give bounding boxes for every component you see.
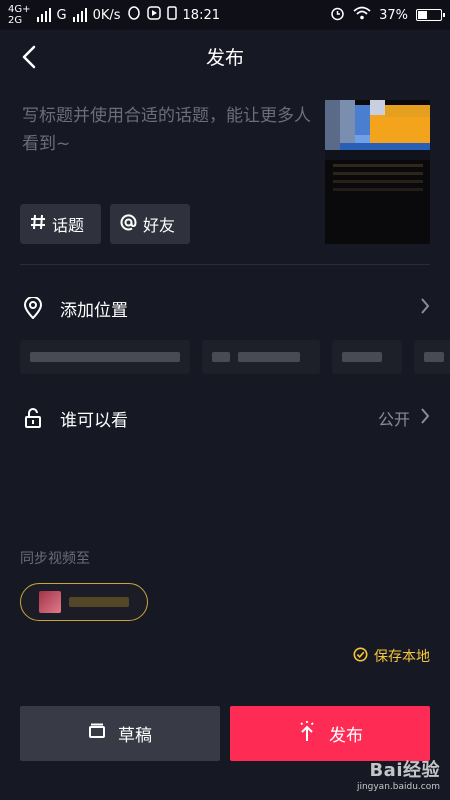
- alarm-icon: [330, 6, 345, 25]
- avatar: [39, 591, 61, 613]
- location-chip[interactable]: [202, 340, 320, 374]
- save-local-label: 保存本地: [374, 649, 430, 665]
- unlock-icon: [20, 405, 46, 431]
- watermark: Bai经验 jingyan.baidu.com: [357, 756, 440, 792]
- add-location-row[interactable]: 添加位置: [20, 288, 430, 328]
- visibility-value: 公开: [377, 410, 410, 429]
- divider: [20, 264, 430, 265]
- location-chip[interactable]: [414, 340, 450, 374]
- nav-bar: 发布: [0, 30, 450, 82]
- blurred-text: [342, 352, 382, 362]
- location-chip[interactable]: [332, 340, 402, 374]
- carrier2-label: G: [56, 7, 67, 23]
- battery-icon: [416, 9, 445, 21]
- watermark-logo: Bai经验: [369, 760, 440, 781]
- location-pin-icon: [20, 295, 46, 321]
- publish-button[interactable]: 发布: [230, 706, 430, 761]
- cover-image: [325, 100, 430, 244]
- back-button[interactable]: [14, 42, 44, 72]
- battery-percent: 37%: [379, 7, 408, 23]
- net-speed: 0K/s: [92, 7, 121, 23]
- friend-button[interactable]: 好友: [110, 204, 190, 244]
- clock-time: 18:21: [182, 7, 220, 23]
- status-bar: 4G+ 2G G 0K/s 18:21 37%: [0, 0, 450, 30]
- caption-input[interactable]: 写标题并使用合适的话题，能让更多人看到~: [22, 102, 312, 158]
- location-chip[interactable]: [20, 340, 190, 374]
- blurred-text: [424, 352, 444, 362]
- publish-icon: [297, 720, 317, 747]
- location-suggestions: [20, 340, 450, 374]
- status-left: 4G+ 2G G 0K/s 18:21: [8, 4, 220, 26]
- chevron-left-icon: [22, 45, 36, 69]
- visibility-label: 谁可以看: [60, 410, 128, 431]
- watermark-url: jingyan.baidu.com: [356, 782, 440, 792]
- draft-label: 草稿: [118, 726, 152, 746]
- chevron-right-icon: [420, 297, 430, 320]
- blurred-text: [238, 352, 300, 362]
- network-type: 4G+ 2G: [8, 4, 31, 26]
- video-cover-thumbnail[interactable]: [325, 100, 430, 244]
- draft-button[interactable]: 草稿: [20, 706, 220, 761]
- blurred-text: [30, 352, 180, 362]
- play-store-icon: [146, 6, 161, 24]
- page-title: 发布: [205, 46, 244, 69]
- qq-icon: [127, 6, 141, 24]
- sync-label: 同步视频至: [20, 551, 90, 567]
- draft-icon: [88, 723, 106, 744]
- signal-icon-2: [72, 8, 87, 22]
- wifi-icon: [353, 6, 371, 24]
- network-top: 4G+: [8, 4, 31, 15]
- save-local-toggle[interactable]: 保存本地: [353, 646, 430, 666]
- sync-target-chip[interactable]: [20, 583, 148, 621]
- publish-label: 发布: [329, 726, 363, 746]
- at-icon: [120, 213, 137, 235]
- signal-icon: [36, 8, 51, 22]
- phone-icon: [166, 6, 177, 24]
- chevron-right-icon: [420, 407, 430, 430]
- topic-label: 话题: [52, 216, 85, 235]
- blurred-text: [69, 597, 129, 607]
- network-bottom: 2G: [8, 15, 23, 26]
- battery-fill: [418, 11, 427, 19]
- topic-button[interactable]: 话题: [20, 204, 101, 244]
- check-circle-icon: [353, 647, 368, 666]
- blurred-text: [212, 352, 230, 362]
- hash-icon: [30, 214, 46, 234]
- status-right: 37%: [330, 6, 445, 25]
- visibility-row[interactable]: 谁可以看 公开: [20, 398, 430, 438]
- friend-label: 好友: [143, 216, 176, 235]
- add-location-label: 添加位置: [60, 300, 128, 321]
